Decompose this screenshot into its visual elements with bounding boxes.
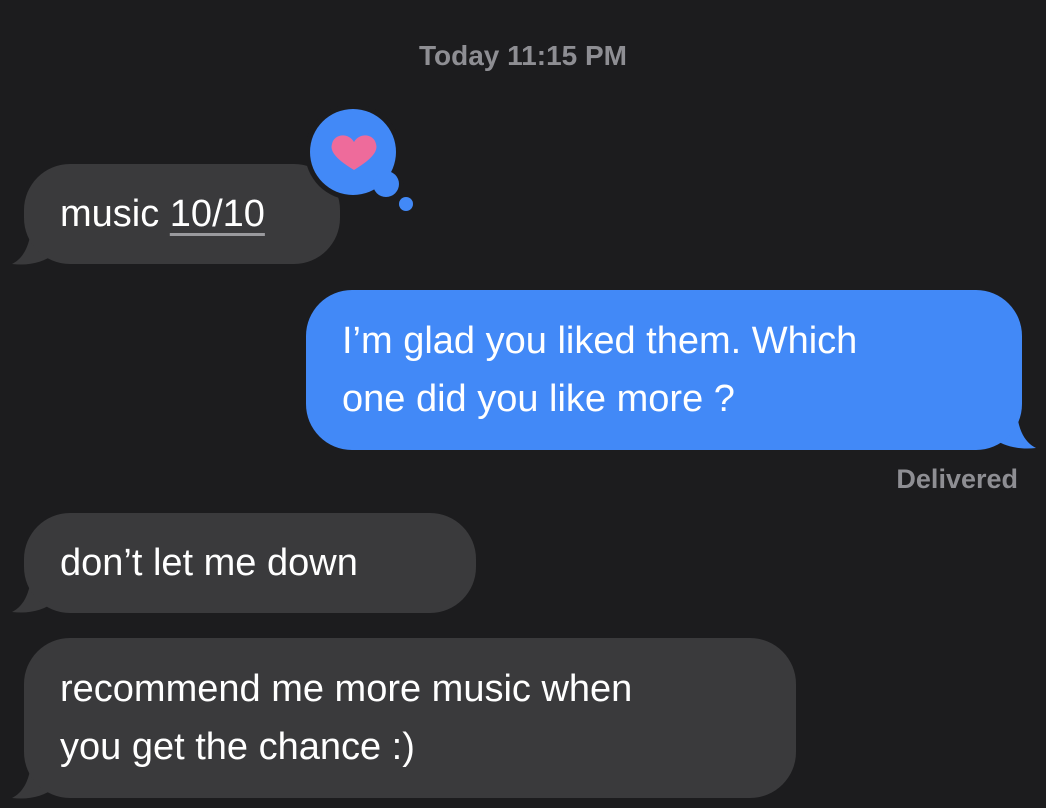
message-text-line: I’m glad you liked them. Which: [342, 320, 858, 362]
message-text-line: one did you like more ?: [342, 378, 735, 420]
message-bubble: I’m glad you liked them. Which one did y…: [306, 290, 1022, 450]
message-bubble: don’t let me down: [24, 513, 476, 613]
message-text: music: [60, 193, 170, 235]
message-timestamp: Today 11:15 PM: [0, 40, 1046, 72]
message-text: don’t let me down: [60, 542, 358, 584]
delivery-status: Delivered: [896, 464, 1018, 494]
message-text-line: you get the chance :): [60, 726, 415, 768]
timestamp-day: Today: [418, 40, 500, 71]
detected-rating-link[interactable]: 10/10: [170, 193, 265, 235]
tapback-reaction[interactable]: [305, 104, 416, 214]
timestamp-time: 11:15 PM: [507, 40, 628, 71]
message-bubble: music 10/10: [24, 164, 340, 264]
message-bubble: recommend me more music when you get the…: [24, 638, 796, 798]
message-text-line: recommend me more music when: [60, 668, 633, 710]
